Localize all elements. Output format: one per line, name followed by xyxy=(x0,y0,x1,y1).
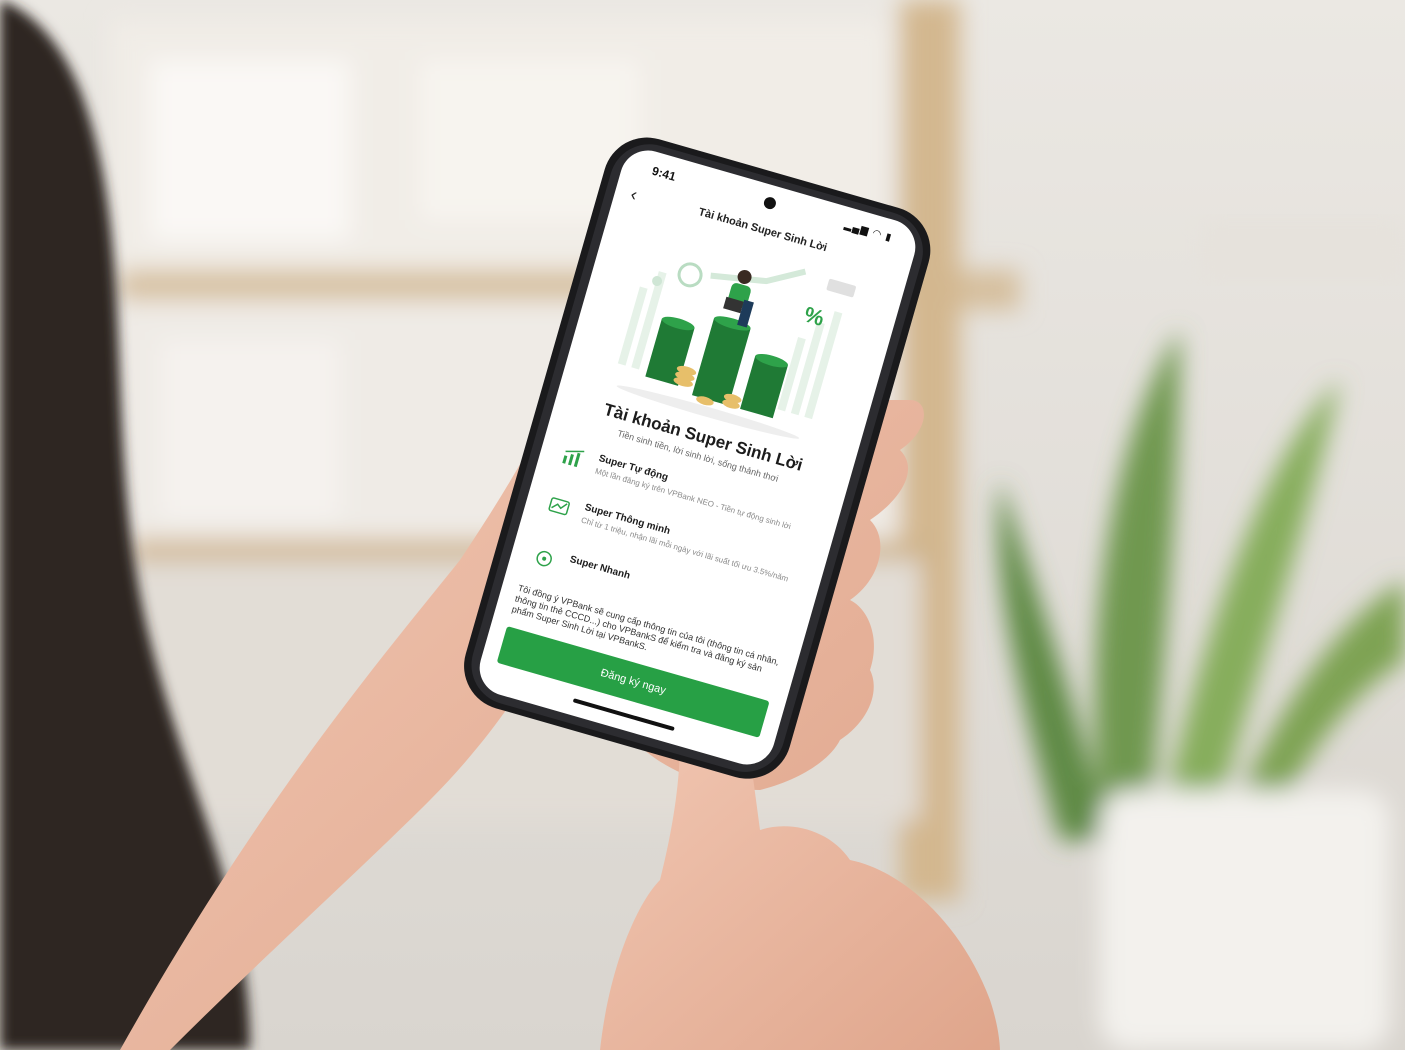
feature-item: Super Thông minh Chỉ từ 1 triệu, nhận lã… xyxy=(548,492,802,584)
feature-title: Super Nhanh xyxy=(568,554,632,582)
status-time: 9:41 xyxy=(650,163,678,184)
status-indicators-icon: ▂▄▆ ◠ ▮ xyxy=(842,219,894,244)
ring-icon xyxy=(677,262,703,288)
smart-chart-icon xyxy=(548,497,570,516)
speed-icon xyxy=(536,550,552,567)
column-middle xyxy=(691,318,751,406)
auto-chart-icon xyxy=(562,450,585,468)
